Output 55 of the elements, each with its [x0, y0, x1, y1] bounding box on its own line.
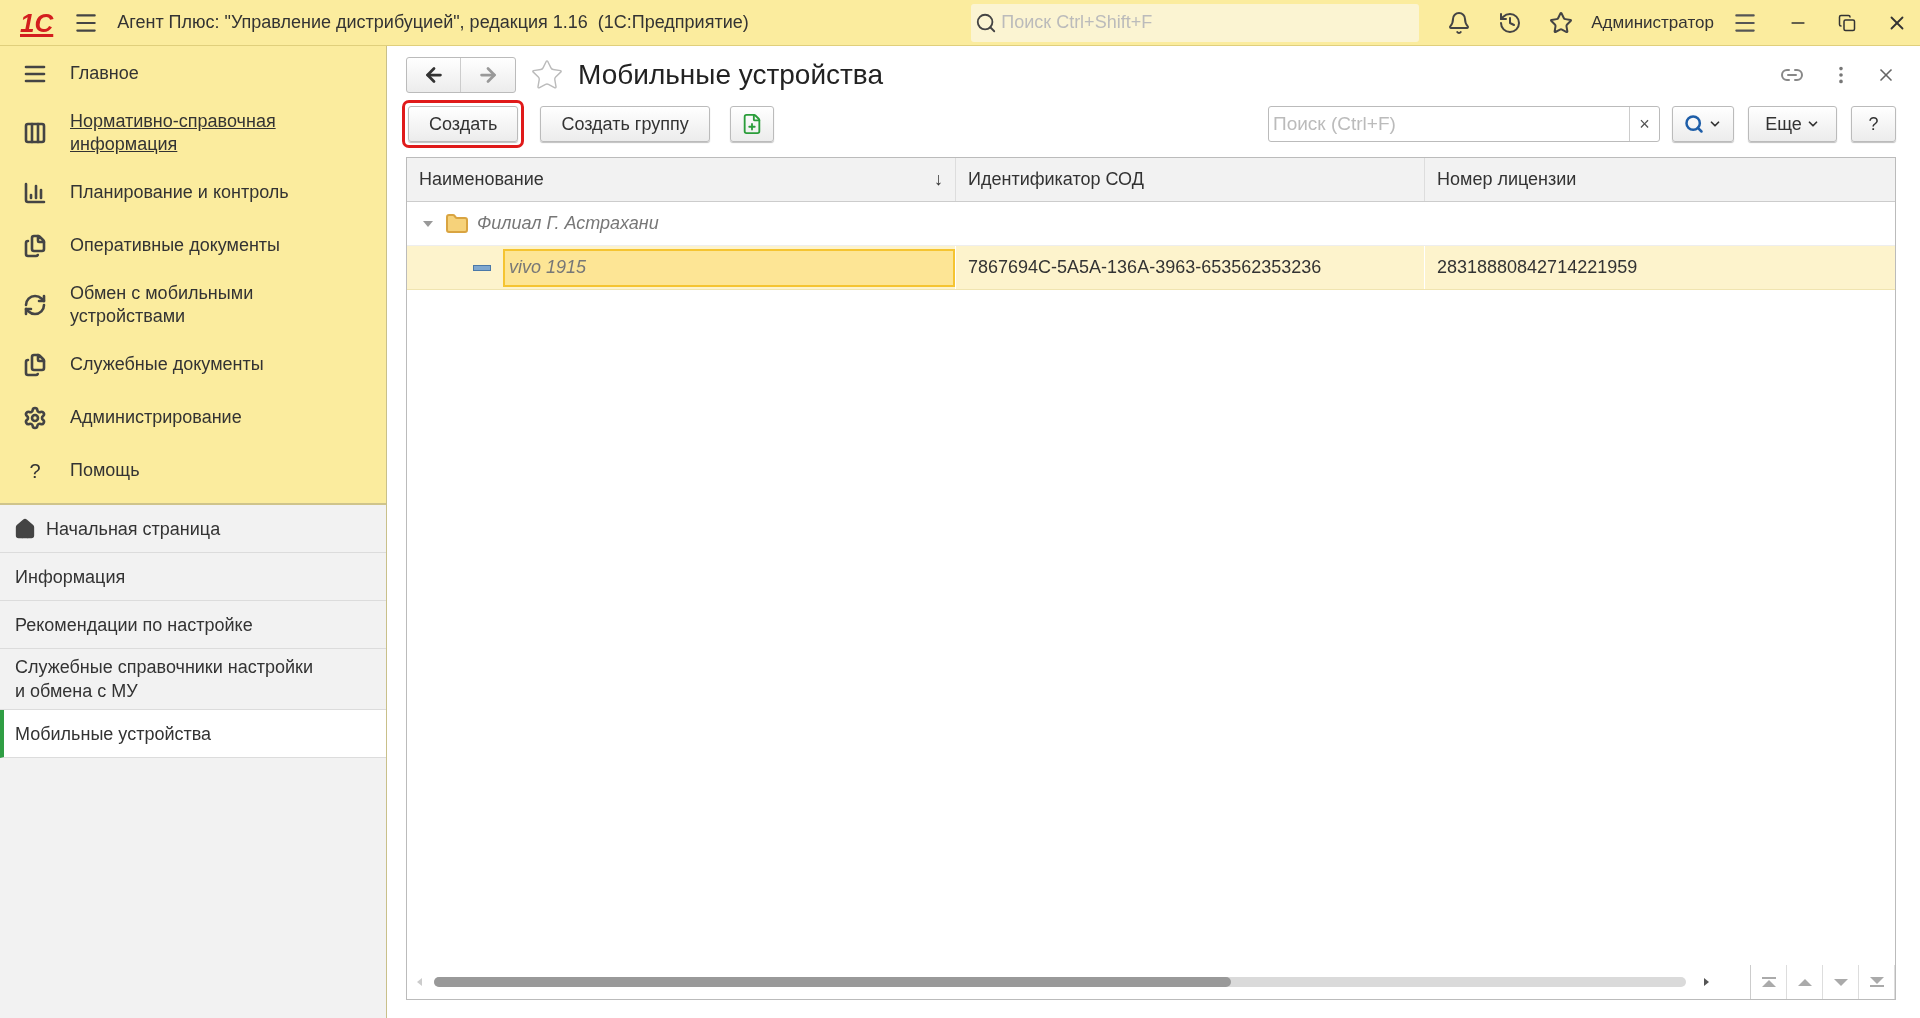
- logo: 1С: [20, 9, 54, 36]
- restore-icon[interactable]: [1837, 13, 1856, 32]
- search-icon: [1684, 114, 1704, 134]
- window-title: Агент Плюс: "Управление дистрибуцией", редакция 1.16 (1С:Предприятие): [117, 11, 750, 34]
- section-link[interactable]: Администрирование: [70, 406, 290, 429]
- create-button[interactable]: Создать: [408, 106, 519, 142]
- horizontal-scrollbar[interactable]: [434, 977, 1686, 987]
- search-button[interactable]: [1672, 106, 1734, 142]
- open-page-tab[interactable]: Информация: [0, 553, 386, 601]
- table-cell: vivo 1915: [503, 248, 955, 287]
- section-icon: [23, 233, 47, 258]
- table-cell: 7867694C-5A5A-136A-3963-653562353236: [955, 246, 1424, 289]
- help-button[interactable]: ?: [1851, 106, 1896, 142]
- clear-button[interactable]: ×: [1629, 107, 1659, 141]
- star-icon[interactable]: [1549, 10, 1574, 35]
- search-field[interactable]: Поиск (Ctrl+F) ×: [1268, 106, 1660, 142]
- column-header[interactable]: Идентификатор СОД: [955, 158, 1424, 201]
- open-page-tab[interactable]: Мобильные устройства: [0, 710, 386, 758]
- section-link[interactable]: Планирование и контроль: [70, 181, 290, 204]
- section-icon: [23, 293, 47, 317]
- section-link[interactable]: Помощь: [70, 459, 290, 482]
- search-icon: [975, 11, 998, 34]
- new-document-button[interactable]: [729, 106, 774, 142]
- open-page-tab[interactable]: Начальная страница: [0, 505, 386, 553]
- scroll-right-icon[interactable]: [1704, 978, 1709, 986]
- section-icon: [23, 352, 47, 377]
- table-cell-text: Филиал Г. Астрахани: [477, 212, 659, 235]
- bell-icon[interactable]: [1447, 10, 1472, 35]
- section-link[interactable]: Служебные документы: [70, 353, 290, 376]
- section-link[interactable]: Оперативные документы: [70, 234, 290, 257]
- table-cell: 28318880842714221959: [1424, 246, 1895, 289]
- create-button[interactable]: Создать группу: [540, 106, 710, 142]
- table-row[interactable]: vivo 1915 7867694C-5A5A-136A-3963-653562353236 28318880842714221959: [407, 246, 1895, 290]
- expand-triangle-icon[interactable]: [423, 220, 433, 227]
- section-link[interactable]: Обмен с мобильными устройствами: [70, 282, 290, 328]
- favorite-star-icon[interactable]: [530, 58, 564, 92]
- form-title: Мобильные устройства: [578, 58, 883, 92]
- search-field[interactable]: Поиск Ctrl+Shift+F: [971, 3, 1420, 42]
- open-page-tab[interactable]: Рекомендации по настройке: [0, 601, 386, 649]
- column-header[interactable]: Номер лицензии: [1424, 158, 1895, 201]
- user-name[interactable]: Администратор: [1591, 9, 1714, 36]
- right-arrow-icon: [477, 64, 499, 86]
- section-link[interactable]: Главное: [70, 62, 290, 85]
- sort-arrow: ↓: [934, 168, 943, 191]
- folder-icon: [445, 211, 469, 236]
- section-icon: [23, 405, 47, 430]
- more-button[interactable]: Еще: [1748, 106, 1837, 142]
- section-link[interactable]: Нормативно-справочная информация: [70, 110, 290, 156]
- item-icon: [473, 264, 491, 271]
- section-icon: [23, 180, 47, 205]
- help-icon: ?: [29, 455, 41, 486]
- home-icon: [14, 517, 36, 540]
- history-icon[interactable]: [1498, 10, 1523, 35]
- section-icon: [23, 121, 47, 145]
- column-header[interactable]: Наименование ↓: [407, 158, 955, 201]
